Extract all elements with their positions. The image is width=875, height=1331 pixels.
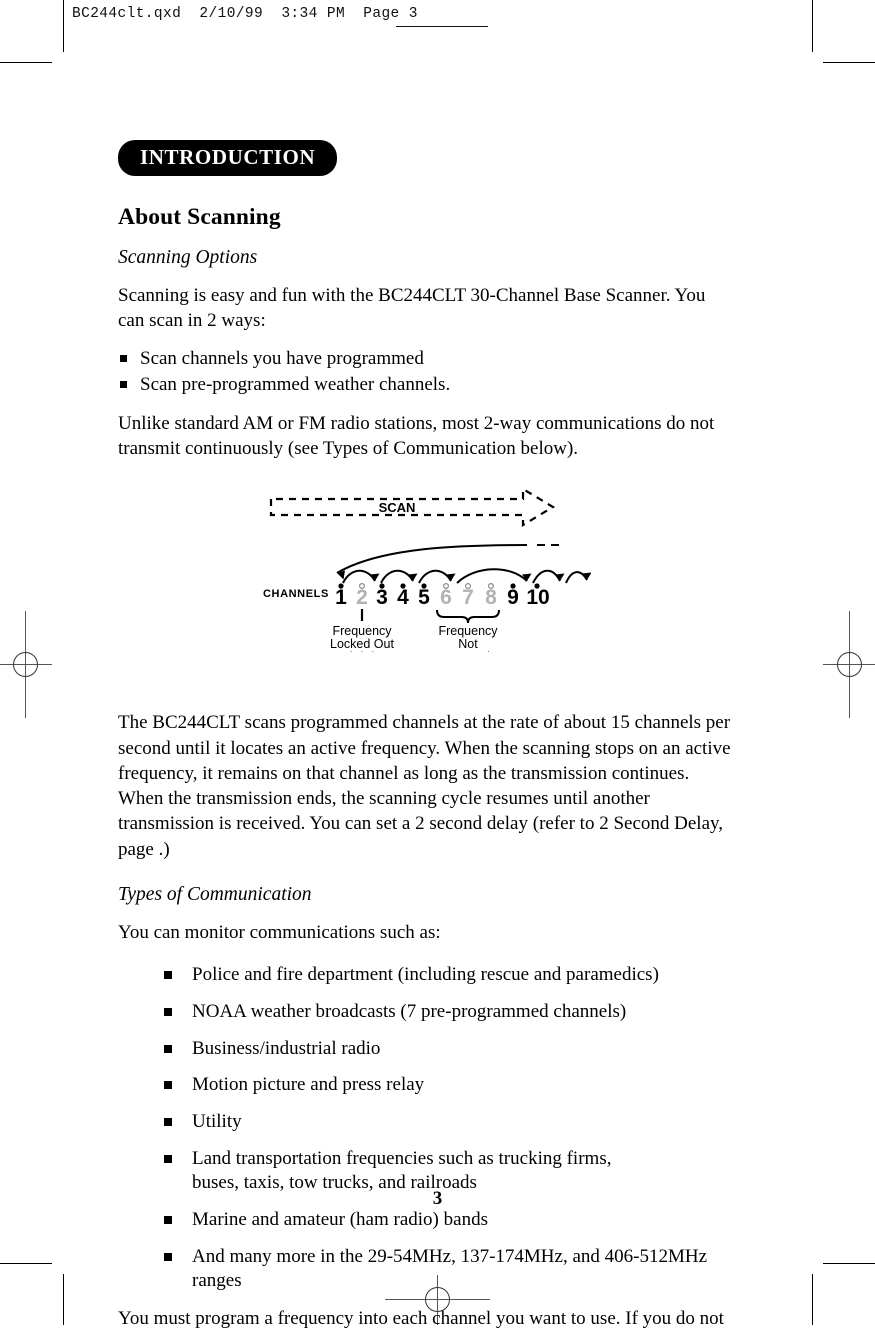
page-title: About Scanning: [118, 204, 281, 231]
page-number: 3: [432, 1188, 443, 1209]
scan-diagram-container: SCAN CHANNELS 1 2 3 4 5 6 7 8 9 10 Frequ…: [118, 487, 733, 652]
paragraph-scan-rate: The BC244CLT scans programmed channels a…: [118, 712, 731, 860]
page-content: INTRODUCTION About Scanning Scanning Opt…: [118, 140, 733, 1331]
channel-number-9: 9: [507, 586, 519, 609]
callout-frequency-not-entered: Frequency Not Entered: [438, 624, 498, 652]
channel-number-1: 1: [335, 586, 347, 609]
scan-hop-arrowheads: [369, 572, 591, 582]
list-item: Marine and amateur (ham radio) bands: [164, 1208, 733, 1233]
not-entered-brace: [435, 610, 500, 624]
list-item: Business/industrial radio: [164, 1037, 733, 1062]
callout-not-entered-line-3: Entered: [446, 650, 490, 652]
subheading-scanning-options: Scanning Options: [118, 247, 258, 269]
paragraph-unlike-am-fm: Unlike standard AM or FM radio stations,…: [118, 412, 715, 459]
scan-return-path: [335, 544, 559, 575]
scan-diagram: SCAN CHANNELS 1 2 3 4 5 6 7 8 9 10 Frequ…: [263, 487, 591, 652]
callout-locked-out-line-1: Frequency: [332, 624, 392, 638]
scan-hop-arrows: [341, 568, 588, 584]
channel-number-row: 1 2 3 4 5 6 7 8 9 10: [335, 586, 550, 609]
channel-number-7: 7: [462, 586, 474, 609]
channels-label: CHANNELS: [263, 588, 329, 600]
callout-locked-out-line-2: Locked Out: [330, 637, 394, 651]
list-item: NOAA weather broadcasts (7 pre-programme…: [164, 1000, 733, 1025]
channel-number-5: 5: [418, 586, 430, 609]
list-item: Scan pre-programmed weather channels.: [118, 372, 733, 397]
list-item: Motion picture and press relay: [164, 1073, 733, 1098]
scan-arrow-label: SCAN: [378, 500, 415, 515]
paragraph-intro: Scanning is easy and fun with the BC244C…: [118, 285, 706, 332]
paragraph-must-program: You must program a frequency into each c…: [118, 1308, 724, 1329]
callout-not-entered-line-2: Not: [458, 637, 478, 651]
channel-number-4: 4: [397, 586, 409, 609]
communication-types-list: Police and fire department (including re…: [118, 963, 733, 1294]
document-page: INTRODUCTION About Scanning Scanning Opt…: [0, 0, 875, 1329]
list-item: Police and fire department (including re…: [164, 963, 733, 988]
subheading-types-of-communication: Types of Communication: [118, 883, 312, 905]
list-item: Scan channels you have programmed: [118, 346, 733, 371]
callout-locked-out-line-3: (L/O): [347, 650, 375, 652]
callout-frequency-locked-out: Frequency Locked Out (L/O): [330, 624, 394, 652]
channel-number-3: 3: [376, 586, 388, 609]
channel-number-6: 6: [440, 586, 452, 609]
callout-not-entered-line-1: Frequency: [438, 624, 498, 638]
section-badge-introduction: INTRODUCTION: [118, 140, 338, 177]
paragraph-monitor: You can monitor communications such as:: [118, 921, 441, 943]
channel-number-8: 8: [485, 586, 497, 609]
scan-ways-list: Scan channels you have programmed Scan p…: [118, 346, 733, 397]
channel-number-10: 10: [526, 586, 549, 609]
list-item: Utility: [164, 1110, 733, 1135]
list-item: And many more in the 29-54MHz, 137-174MH…: [164, 1245, 733, 1294]
channel-number-2: 2: [356, 586, 368, 609]
